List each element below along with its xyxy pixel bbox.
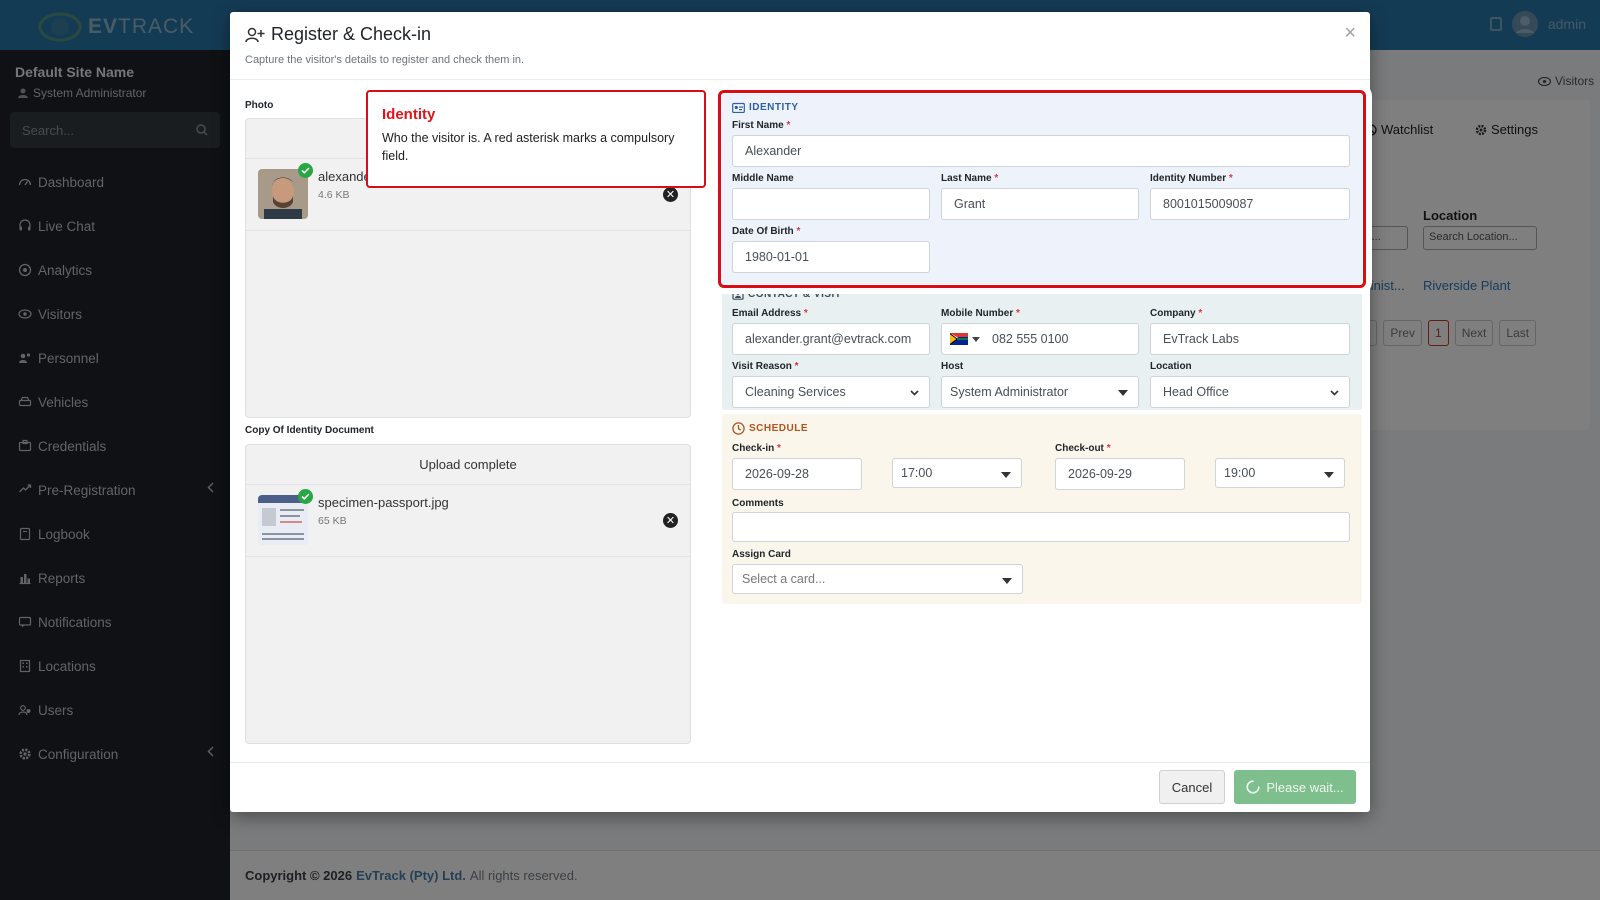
id-document-file-size: 65 KB xyxy=(318,515,347,527)
upload-status: Upload complete xyxy=(246,445,690,485)
visit-reason-value: Cleaning Services xyxy=(745,385,846,399)
checkin-time-select[interactable]: 17:00 xyxy=(892,458,1022,488)
caret-down-icon xyxy=(1002,578,1012,584)
caret-down-icon xyxy=(1118,390,1128,396)
user-plus-icon xyxy=(245,27,265,42)
id-document-file-row: specimen-passport.jpg 65 KB ✕ xyxy=(246,485,690,557)
checkout-time-value: 19:00 xyxy=(1224,466,1256,480)
upload-success-check-icon xyxy=(298,163,313,178)
mobile-value: 082 555 0100 xyxy=(992,332,1069,346)
host-select[interactable]: System Administrator xyxy=(941,376,1139,408)
upload-success-check-icon xyxy=(298,489,313,504)
location-value: Head Office xyxy=(1163,385,1229,399)
modal-header: Register & Check-in Capture the visitor'… xyxy=(230,12,1370,80)
remove-id-document-icon[interactable]: ✕ xyxy=(663,513,678,528)
id-document-label: Copy Of Identity Document xyxy=(245,425,374,436)
email-input[interactable]: alexander.grant@evtrack.com xyxy=(732,323,930,355)
mobile-label: Mobile Number xyxy=(941,308,1014,319)
location-select[interactable]: Head Office xyxy=(1150,376,1350,408)
close-icon[interactable]: × xyxy=(1344,22,1356,45)
mobile-input[interactable]: 082 555 0100 xyxy=(941,323,1139,355)
checkin-time-value: 17:00 xyxy=(901,466,933,480)
photo-label: Photo xyxy=(245,100,274,111)
remove-photo-icon[interactable]: ✕ xyxy=(663,187,678,202)
photo-file-size: 4.6 KB xyxy=(318,189,350,201)
location-label: Location xyxy=(1150,361,1192,372)
caret-down-icon xyxy=(1324,472,1334,478)
schedule-heading: SCHEDULE xyxy=(749,423,809,434)
submit-button[interactable]: Please wait... xyxy=(1234,770,1356,804)
tour-tooltip[interactable]: Identity Who the visitor is. A red aster… xyxy=(366,90,706,188)
assign-card-placeholder: Select a card... xyxy=(742,572,826,586)
host-value: System Administrator xyxy=(950,385,1069,399)
tooltip-title: Identity xyxy=(382,106,436,123)
south-africa-flag-icon[interactable] xyxy=(950,333,968,345)
assign-card-label: Assign Card xyxy=(732,549,791,560)
visit-reason-label: Visit Reason xyxy=(732,361,792,372)
caret-down-icon xyxy=(1001,472,1011,478)
checkin-label: Check-in xyxy=(732,443,775,454)
clock-icon xyxy=(732,422,745,435)
email-label: Email Address xyxy=(732,308,802,319)
cancel-button[interactable]: Cancel xyxy=(1159,770,1225,804)
comments-label: Comments xyxy=(732,498,784,509)
modal-subtitle: Capture the visitor's details to registe… xyxy=(245,54,525,66)
checkin-date-input[interactable]: 2026-09-28 xyxy=(732,458,862,490)
visit-reason-select[interactable]: Cleaning Services xyxy=(732,376,930,408)
contact-icon xyxy=(732,288,744,300)
modal-footer-divider xyxy=(230,762,1370,763)
chevron-down-icon xyxy=(1330,390,1339,396)
contact-visit-heading: CONTACT & VISIT xyxy=(748,288,842,300)
id-document-dropzone[interactable]: Upload complete specimen-passport.jpg 65… xyxy=(245,444,691,744)
tooltip-text: Who the visitor is. A red asterisk marks… xyxy=(382,131,675,163)
id-document-file-name: specimen-passport.jpg xyxy=(318,495,449,510)
assign-card-select[interactable]: Select a card... xyxy=(732,564,1023,594)
comments-textarea[interactable] xyxy=(732,512,1350,542)
company-input[interactable]: EvTrack Labs xyxy=(1150,323,1350,355)
modal-title: Register & Check-in xyxy=(271,24,432,44)
submit-button-label: Please wait... xyxy=(1266,779,1344,795)
checkout-label: Check-out xyxy=(1055,443,1104,454)
chevron-down-icon xyxy=(910,390,919,396)
company-label: Company xyxy=(1150,308,1196,319)
host-label: Host xyxy=(941,361,964,372)
checkout-date-input[interactable]: 2026-09-29 xyxy=(1055,458,1185,490)
spinner-icon xyxy=(1246,780,1260,794)
chevron-down-icon xyxy=(972,336,980,342)
checkout-time-select[interactable]: 19:00 xyxy=(1215,458,1345,488)
identity-highlight xyxy=(718,90,1366,288)
